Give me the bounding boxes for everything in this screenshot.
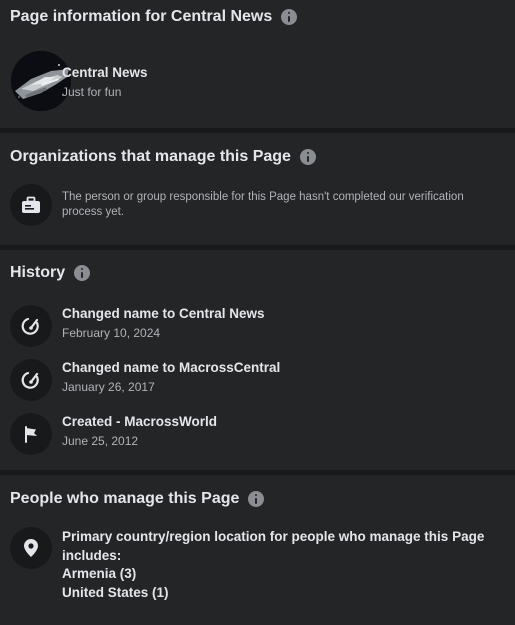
location-item: Armenia (3) — [62, 566, 137, 581]
avatar-image — [11, 51, 71, 111]
info-icon[interactable] — [281, 9, 298, 25]
info-icon[interactable] — [248, 491, 265, 507]
page-category: Just for fun — [62, 85, 122, 99]
history-item-title: Changed name to Central News — [62, 306, 265, 321]
info-icon[interactable] — [74, 265, 91, 281]
page-avatar[interactable] — [11, 51, 71, 111]
history-item-date: June 25, 2012 — [62, 434, 139, 448]
people-title: People who manage this Page — [10, 490, 240, 507]
page-info-title: Page information for Central News — [10, 8, 273, 25]
history-title: History — [10, 264, 66, 281]
people-heading-text: Primary country/region location for peop… — [62, 529, 485, 563]
organizations-text: The person or group responsible for this… — [62, 191, 464, 218]
history-section: History Changed name to Central News Feb… — [0, 250, 515, 470]
location-pin-icon — [10, 527, 52, 569]
people-locations: Primary country/region location for peop… — [62, 528, 502, 602]
rename-icon — [10, 359, 52, 401]
organizations-title: Organizations that manage this Page — [10, 148, 291, 165]
briefcase-icon — [10, 184, 52, 226]
history-item-date: January 26, 2017 — [62, 380, 155, 394]
page-info-section: Page information for Central News Centra… — [0, 0, 515, 128]
people-heading: People who manage this Page — [10, 490, 265, 508]
history-item-date: February 10, 2024 — [62, 326, 161, 340]
info-icon[interactable] — [299, 149, 316, 165]
rename-icon — [10, 305, 52, 347]
people-section: People who manage this Page Primary coun… — [0, 475, 515, 625]
organizations-section: Organizations that manage this Page The … — [0, 133, 515, 245]
history-item-title: Changed name to MacrossCentral — [62, 360, 281, 375]
page-info-heading: Page information for Central News — [10, 8, 298, 26]
history-item-title: Created - MacrossWorld — [62, 414, 218, 429]
history-heading: History — [10, 264, 91, 282]
location-item: United States (1) — [62, 584, 169, 600]
organizations-heading: Organizations that manage this Page — [10, 148, 316, 166]
flag-icon — [10, 413, 52, 455]
page-name: Central News — [62, 65, 148, 80]
